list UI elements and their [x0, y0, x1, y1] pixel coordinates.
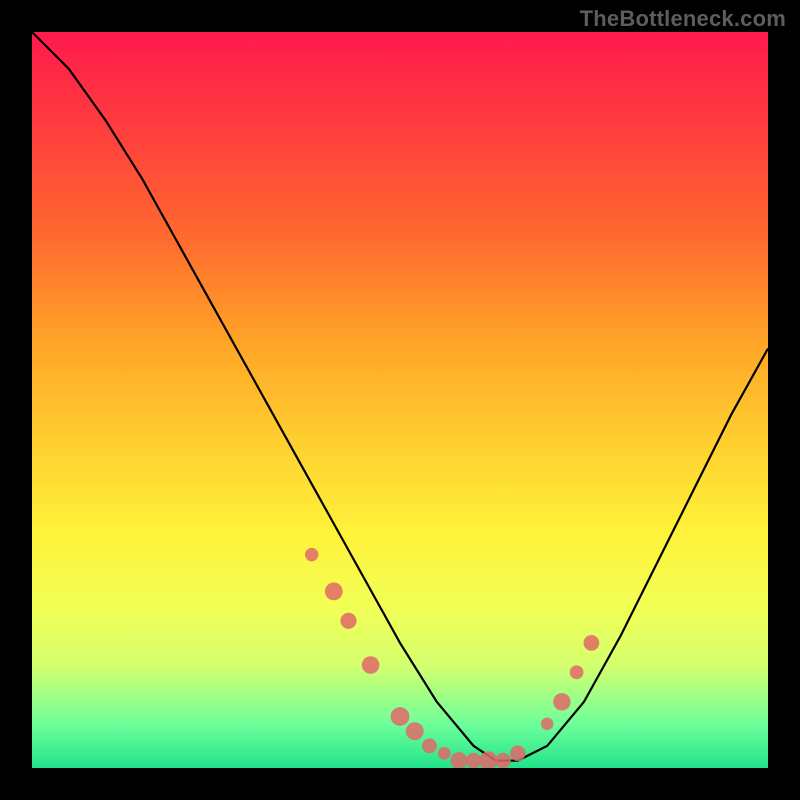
watermark-text: TheBottleneck.com: [580, 6, 786, 32]
chart-plot-area: [32, 32, 768, 768]
marker-point: [570, 665, 584, 679]
marker-point: [362, 656, 380, 674]
marker-point: [340, 613, 356, 629]
marker-point: [479, 751, 497, 768]
marker-point: [391, 707, 410, 726]
chart-svg: [32, 32, 768, 768]
marker-point: [466, 753, 482, 768]
marker-point: [406, 722, 424, 740]
marker-point: [584, 635, 600, 651]
marker-point: [325, 583, 343, 601]
marker-point: [495, 753, 511, 768]
marker-point: [510, 746, 526, 762]
marker-point: [305, 548, 318, 561]
marker-point: [541, 718, 554, 731]
bottleneck-curve-line: [32, 32, 768, 761]
marker-point: [438, 747, 451, 760]
marker-point: [422, 739, 437, 754]
marker-point: [450, 752, 467, 768]
marker-point: [553, 693, 570, 710]
